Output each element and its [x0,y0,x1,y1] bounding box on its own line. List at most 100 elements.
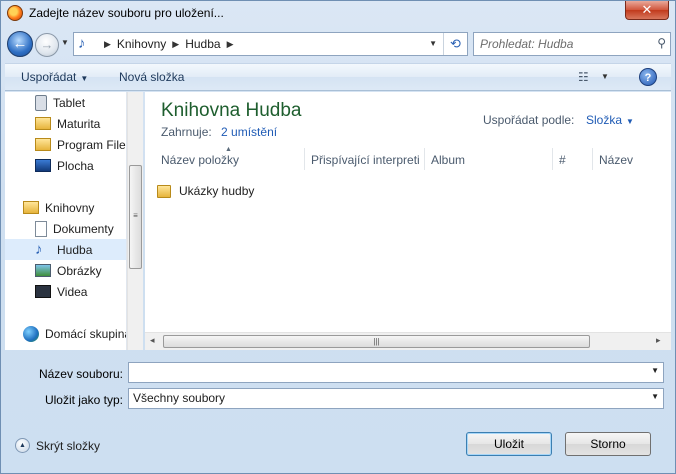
organize-label: Uspořádat [21,70,77,84]
filetype-label: Uložit jako typ: [44,393,123,407]
view-dropdown-icon[interactable]: ▼ [601,72,609,81]
sidebar-item-label: Plocha [57,158,94,173]
includes-locations-link[interactable]: 2 umístění [221,125,277,139]
forward-arrow-icon[interactable]: → [35,33,59,57]
filetype-select[interactable]: Všechny soubory ▼ [128,388,664,409]
chevron-up-icon: ▲ [15,438,30,453]
firefox-icon [7,5,23,21]
chevron-right-icon[interactable]: ▶ [227,39,234,50]
refresh-icon[interactable]: ⟲ [443,33,467,55]
includes-label: Zahrnuje: [161,125,212,139]
pictures-icon [35,264,51,277]
recent-pages-dropdown-icon[interactable]: ▼ [61,38,71,50]
breadcrumb-music[interactable]: Hudba [185,37,220,51]
sidebar-item-label: Knihovny [45,200,95,215]
title-bar: Zadejte název souboru pro uložení... ✕ [1,1,675,27]
navigation-pane-scrollbar[interactable]: ≡ [127,92,143,350]
navigation-bar: ← → ▼ ♪ ▶ Knihovny ▶ Hudba ▶ ▼ ⟲ Prohled… [5,29,671,59]
homegroup-icon [23,325,39,342]
filetype-value: Všechny soubory [133,391,226,405]
desktop-icon [35,159,51,172]
column-header-artists[interactable]: Přispívající interpreti [311,153,420,167]
column-divider[interactable] [304,148,305,170]
music-icon: ♪ [35,240,43,258]
sidebar-item-music[interactable]: ♪ Hudba [5,239,126,260]
view-options-icon[interactable]: ☷ [578,70,589,84]
column-header-title[interactable]: Název [599,153,633,167]
sidebar-item-libraries[interactable]: Knihovny [5,197,126,218]
search-input[interactable]: Prohledat: Hudba ⚲ [473,32,671,56]
chevron-right-icon[interactable]: ▶ [172,39,179,50]
column-divider[interactable] [552,148,553,170]
sort-ascending-icon: ▲ [225,146,232,153]
cancel-button[interactable]: Storno [565,432,651,456]
sidebar-item-pictures[interactable]: Obrázky [5,260,126,281]
sidebar-item-documents[interactable]: Dokumenty [5,218,126,239]
chevron-down-icon[interactable]: ▼ [651,366,659,375]
file-list-pane: Knihovna Hudba Zahrnuje: 2 umístění Uspo… [145,92,671,332]
column-headers: ▲ Název položky Přispívající interpreti … [145,146,671,170]
sidebar-item-desktop[interactable]: Plocha [5,155,126,176]
filename-label: Název souboru: [38,367,123,381]
folder-icon [157,184,171,198]
sidebar-item-tablet[interactable]: Tablet [5,92,126,113]
scroll-right-icon[interactable]: ▸ [656,335,661,346]
organize-button[interactable]: Uspořádat ▼ [21,70,88,84]
sidebar-item-label: Hudba [57,242,93,257]
sidebar-item-label: Program Files [57,137,127,152]
column-header-name[interactable]: Název položky [161,153,239,167]
chevron-right-icon[interactable]: ▶ [104,39,111,50]
sidebar-item-label: Maturita [57,116,101,131]
file-name: Ukázky hudby [179,184,255,198]
videos-icon [35,285,51,298]
breadcrumb-libraries[interactable]: Knihovny [117,37,166,51]
chevron-down-icon: ▼ [651,392,659,401]
library-includes: Zahrnuje: 2 umístění [161,125,277,139]
save-dialog: Zadejte název souboru pro uložení... ✕ ←… [0,0,676,474]
sidebar-item-homegroup[interactable]: Domácí skupina [5,323,127,344]
sidebar-item-label: Obrázky [57,263,102,278]
help-icon[interactable]: ? [639,68,657,86]
column-header-album[interactable]: Album [431,153,465,167]
libraries-icon [23,201,39,214]
sidebar-item-program-files[interactable]: Program Files [5,134,127,155]
sidebar-item-label: Videa [57,284,88,299]
close-button[interactable]: ✕ [625,1,669,20]
hide-folders-button[interactable]: ▲ Skrýt složky [15,438,100,453]
hide-folders-label: Skrýt složky [36,438,101,453]
column-divider[interactable] [424,148,425,170]
sidebar-item-label: Tablet [53,95,86,110]
library-title: Knihovna Hudba [161,100,302,121]
window-title: Zadejte název souboru pro uložení... [29,6,224,20]
sort-by-dropdown[interactable]: Složka ▼ [586,113,634,127]
new-folder-button[interactable]: Nová složka [119,70,184,84]
sort-by-label: Uspořádat podle: [483,113,575,127]
tablet-icon [35,94,47,111]
folder-people-icon [35,117,51,130]
search-icon[interactable]: ⚲ [657,36,666,50]
sidebar-item-maturita[interactable]: Maturita [5,113,126,134]
music-note-icon: ♪ [78,35,86,52]
scrollbar-thumb[interactable]: ||| [163,335,590,348]
search-placeholder: Prohledat: Hudba [480,37,574,51]
save-button[interactable]: Uložit [466,432,552,456]
folder-program-icon [35,138,51,151]
breadcrumb: ▶ Knihovny ▶ Hudba ▶ [98,37,240,51]
sidebar-item-label: Domácí skupina [45,326,127,341]
address-dropdown-icon[interactable]: ▼ [429,39,437,48]
chevron-down-icon: ▼ [80,74,89,83]
filename-field[interactable]: ▼ [128,362,664,383]
address-bar[interactable]: ♪ ▶ Knihovny ▶ Hudba ▶ ▼ ⟲ [73,32,468,56]
column-divider[interactable] [592,148,593,170]
list-item[interactable]: Ukázky hudby [157,182,254,200]
documents-icon [35,220,47,237]
sort-by-value: Složka [586,113,623,127]
sidebar-item-videos[interactable]: Videa [5,281,126,302]
back-arrow-icon[interactable]: ← [7,31,33,57]
file-list-scrollbar[interactable]: ◂ ||| ▸ [145,332,671,350]
sidebar-item-label: Dokumenty [53,221,114,236]
scrollbar-thumb[interactable]: ≡ [129,165,142,269]
chevron-down-icon: ▼ [626,117,634,126]
scroll-left-icon[interactable]: ◂ [150,335,155,346]
column-header-number[interactable]: # [559,153,566,167]
